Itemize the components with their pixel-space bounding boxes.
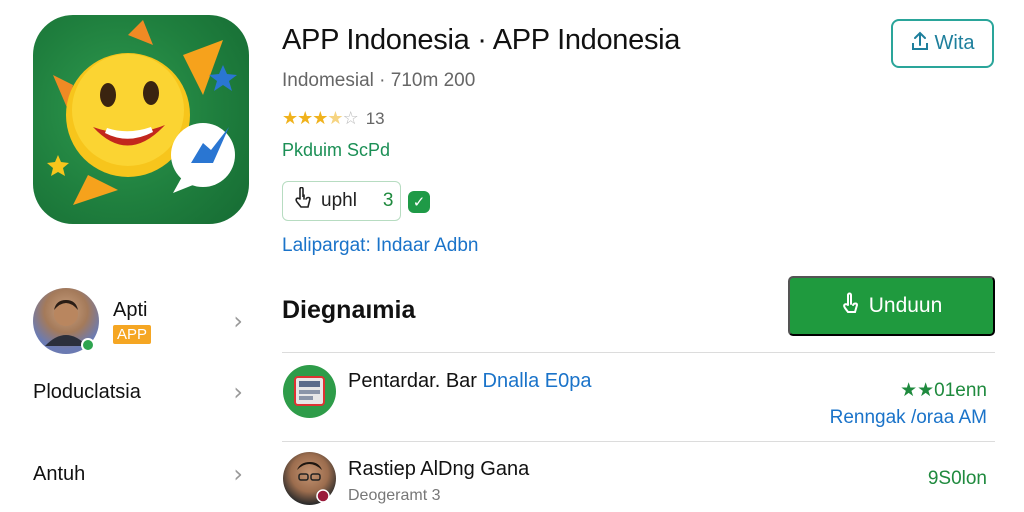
install-button[interactable]: Unduun bbox=[788, 276, 995, 336]
list-item-icon bbox=[283, 365, 336, 418]
list-item-subtitle: Deogeramt 3 bbox=[348, 487, 441, 504]
divider bbox=[282, 441, 995, 442]
install-label: Unduun bbox=[868, 294, 943, 317]
list-item-rating: ★★01enn bbox=[900, 380, 987, 401]
chevron-right-icon: › bbox=[233, 307, 243, 335]
chevron-right-icon: › bbox=[233, 378, 243, 406]
upvote-label: uphl bbox=[321, 190, 357, 211]
publisher-link[interactable]: Pkduim ScPd bbox=[282, 140, 390, 161]
list-item-title: Rastiep AlDng Gana bbox=[348, 458, 530, 480]
check-icon: ✓ bbox=[408, 191, 430, 213]
share-button[interactable]: Wita bbox=[891, 19, 994, 68]
app-icon bbox=[33, 15, 249, 224]
share-icon bbox=[911, 31, 929, 57]
list-item-avatar bbox=[283, 452, 336, 505]
star-icon: ★ bbox=[297, 108, 313, 128]
rating-stars: ★★★★☆ bbox=[282, 108, 359, 129]
upvote-chip[interactable]: uphl 3 bbox=[282, 181, 401, 221]
upvote-count: 3 bbox=[382, 190, 394, 211]
rating-count: 13 bbox=[365, 108, 385, 128]
developer-tag: APP bbox=[113, 325, 152, 344]
hand-pointer-icon bbox=[293, 186, 311, 215]
sidebar-developer[interactable]: Apti APP › bbox=[33, 288, 243, 354]
list-item-title-text: Pentardar. Bar bbox=[348, 370, 483, 392]
sidebar-item-label: Ploduclatsia bbox=[33, 380, 141, 403]
online-status-dot bbox=[81, 338, 95, 352]
chevron-right-icon: › bbox=[233, 460, 243, 488]
rating-row: ★★★★☆ 13 bbox=[282, 108, 385, 129]
sidebar-item-0[interactable]: Ploduclatsia › bbox=[33, 378, 243, 406]
list-item-meta: 9S0lon bbox=[927, 468, 987, 489]
developer-info: Apti APP bbox=[113, 298, 152, 344]
sidebar-item-label: Antuh bbox=[33, 462, 86, 485]
star-icon: ☆ bbox=[342, 108, 359, 128]
sidebar-item-1[interactable]: Antuh › bbox=[33, 460, 243, 488]
app-subtitle: Indomesial · 710m 200 bbox=[282, 70, 476, 91]
developer-name: Apti bbox=[113, 299, 148, 321]
divider bbox=[282, 352, 995, 353]
category-link[interactable]: Lalipargat: Indaar Adbn bbox=[282, 235, 479, 257]
download-icon bbox=[841, 292, 859, 320]
list-item-title: Pentardar. Bar Dnalla E0pa bbox=[348, 370, 592, 393]
section-title: Diegnaımia bbox=[282, 296, 416, 324]
list-item-title-link: Dnalla E0pa bbox=[482, 370, 592, 392]
list-item-meta: Renngak /oraa AM bbox=[829, 407, 987, 428]
star-icon: ★ bbox=[327, 108, 343, 128]
star-icon: ★ bbox=[312, 108, 328, 128]
app-title: APP Indonesia · APP Indonesia bbox=[282, 24, 681, 56]
star-icon: ★ bbox=[282, 108, 298, 128]
share-label: Wita bbox=[934, 32, 975, 54]
developer-avatar bbox=[33, 288, 99, 354]
